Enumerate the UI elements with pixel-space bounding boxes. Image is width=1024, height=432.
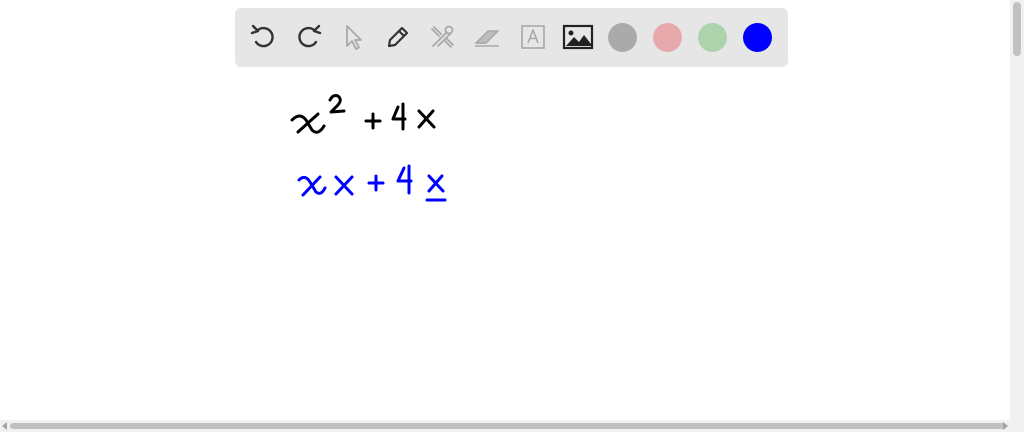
tools-icon <box>431 25 454 48</box>
color-swatch-gray[interactable] <box>608 23 637 52</box>
pencil-icon <box>387 26 409 48</box>
redo-button[interactable] <box>291 20 325 54</box>
drawing-toolbar <box>235 8 788 67</box>
image-icon <box>562 24 594 50</box>
color-swatch-pink[interactable] <box>653 23 682 52</box>
select-tool-button[interactable] <box>336 20 370 54</box>
vertical-scroll-thumb[interactable] <box>1013 2 1021 56</box>
eraser-icon <box>475 30 499 47</box>
color-swatch-green[interactable] <box>698 23 727 52</box>
undo-button[interactable] <box>247 20 281 54</box>
horizontal-scrollbar[interactable] <box>0 420 1024 432</box>
drawing-canvas[interactable]: x² + 4x xx + 4x <box>0 70 1010 420</box>
redo-icon <box>298 24 322 48</box>
eraser-tool-button[interactable] <box>471 20 505 54</box>
pencil-tool-button[interactable] <box>381 20 415 54</box>
select-arrow-icon <box>346 25 362 50</box>
scroll-right-icon[interactable] <box>1003 422 1008 430</box>
scroll-left-icon[interactable] <box>2 422 7 430</box>
undo-icon <box>250 24 274 48</box>
text-tool-button[interactable] <box>516 20 550 54</box>
ink-line-2 <box>297 164 447 202</box>
tools-button[interactable] <box>425 20 459 54</box>
ink-line-1 <box>290 94 436 134</box>
handwritten-math <box>290 94 447 202</box>
text-box-icon <box>521 25 545 49</box>
color-swatch-blue[interactable] <box>743 23 772 52</box>
vertical-scrollbar[interactable] <box>1010 0 1024 420</box>
image-tool-button[interactable] <box>561 20 595 54</box>
horizontal-scroll-thumb[interactable] <box>10 423 1006 429</box>
